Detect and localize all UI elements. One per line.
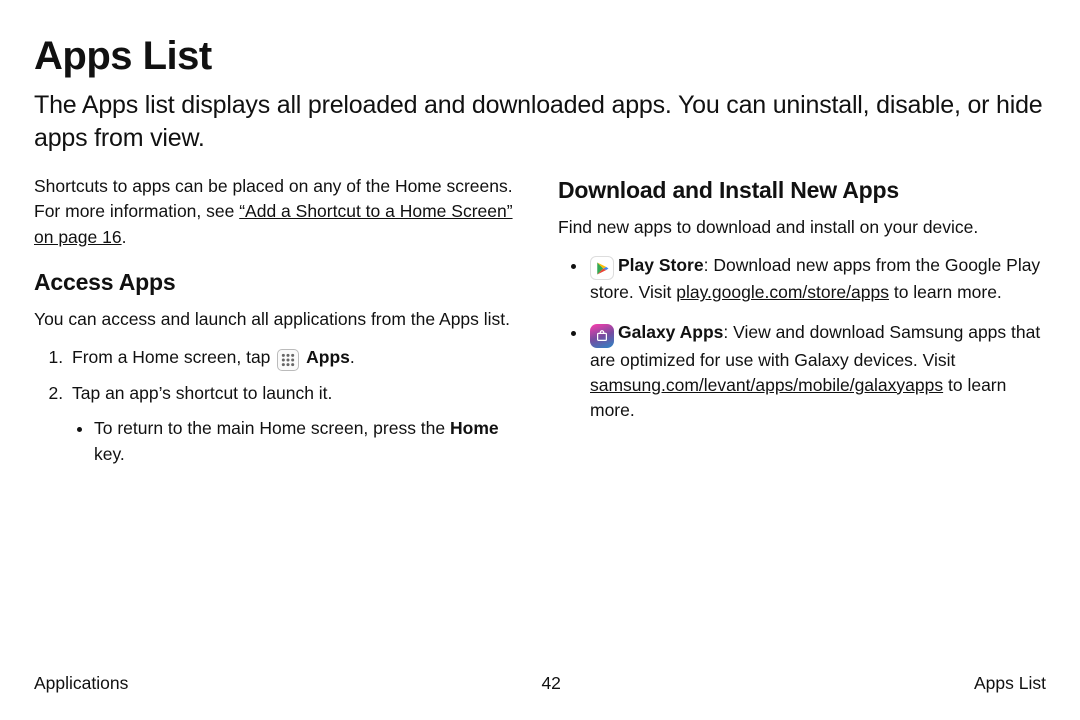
download-list: Play Store: Download new apps from the G…	[558, 253, 1046, 424]
step-2-sub-pre: To return to the main Home screen, press…	[94, 418, 450, 438]
right-column: Download and Install New Apps Find new a…	[558, 174, 1046, 477]
page-footer: Applications 42 Apps List	[34, 673, 1046, 694]
step-2-text: Tap an app’s shortcut to launch it.	[72, 383, 332, 403]
step-1-apps-label: Apps	[306, 347, 350, 367]
play-store-label: Play Store	[618, 255, 704, 275]
access-apps-desc: You can access and launch all applicatio…	[34, 307, 522, 332]
shortcuts-text-post: .	[122, 227, 127, 247]
footer-topic: Apps List	[974, 673, 1046, 694]
intro-paragraph: The Apps list displays all preloaded and…	[34, 89, 1046, 154]
step-2-sub-home: Home	[450, 418, 499, 438]
step-2-sub: To return to the main Home screen, press…	[94, 416, 522, 467]
step-1: From a Home screen, tap Apps.	[68, 345, 522, 371]
step-2: Tap an app’s shortcut to launch it. To r…	[68, 381, 522, 467]
galaxy-apps-link[interactable]: samsung.com/levant/apps/mobile/galaxyapp…	[590, 375, 943, 395]
download-heading: Download and Install New Apps	[558, 174, 1046, 207]
galaxy-apps-icon	[590, 324, 614, 348]
step-1-pre: From a Home screen, tap	[72, 347, 275, 367]
step-2-sub-post: key.	[94, 444, 125, 464]
left-column: Shortcuts to apps can be placed on any o…	[34, 174, 522, 477]
access-steps: From a Home screen, tap Apps. Tap an app…	[34, 345, 522, 467]
play-store-icon	[590, 256, 614, 280]
shortcuts-paragraph: Shortcuts to apps can be placed on any o…	[34, 174, 522, 250]
galaxy-apps-label: Galaxy Apps	[618, 322, 723, 342]
apps-grid-icon	[277, 349, 299, 371]
footer-page-number: 42	[541, 673, 560, 694]
galaxy-apps-item: Galaxy Apps: View and download Samsung a…	[588, 320, 1046, 424]
access-apps-heading: Access Apps	[34, 266, 522, 299]
page-title: Apps List	[34, 34, 1046, 79]
play-store-link[interactable]: play.google.com/store/apps	[676, 282, 889, 302]
footer-section: Applications	[34, 673, 128, 694]
play-store-item: Play Store: Download new apps from the G…	[588, 253, 1046, 306]
download-desc: Find new apps to download and install on…	[558, 215, 1046, 240]
play-store-post: to learn more.	[889, 282, 1002, 302]
step-1-post: .	[350, 347, 355, 367]
